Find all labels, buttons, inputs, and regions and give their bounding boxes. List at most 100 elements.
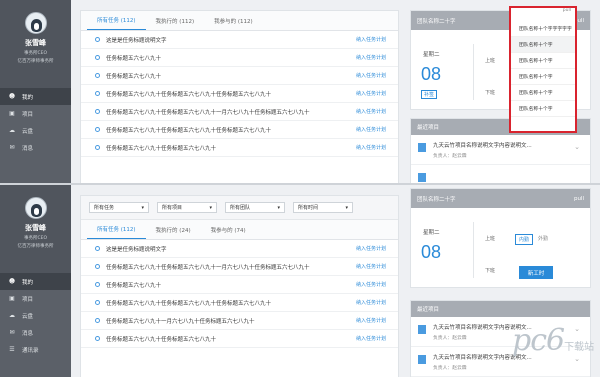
nav-item-projects[interactable]: ▣ 项目	[0, 105, 71, 122]
divider	[473, 222, 474, 278]
tab-my-executed[interactable]: 我执行的 (24)	[146, 226, 201, 239]
work-type-toggle[interactable]: 内勤 外勤	[515, 234, 551, 245]
add-to-plan-link[interactable]: 纳入任务计划	[356, 317, 386, 324]
add-to-plan-link[interactable]: 纳入任务计划	[356, 72, 386, 79]
schedule-header: 团队名称二十字 pull	[411, 189, 590, 208]
task-checkbox[interactable]	[95, 300, 100, 305]
team-menu-item[interactable]: 团队名称十个字	[511, 53, 575, 69]
new-worktime-button[interactable]: 新工时	[519, 266, 553, 279]
add-to-plan-link[interactable]: 纳入任务计划	[356, 108, 386, 115]
list-item[interactable]: 九天云竹项目名称说明文字内容说明文... 负责人：赵云霖 ⌄	[411, 135, 590, 165]
chevron-down-icon: ▾	[209, 204, 212, 211]
chevron-down-icon: ▾	[345, 204, 348, 211]
user-team: 亿百万律师事务所	[17, 244, 54, 249]
clock-in-label: 上班	[485, 58, 496, 64]
filter-team-select[interactable]: 所有团队 ▾	[225, 202, 285, 213]
add-to-plan-link[interactable]: 纳入任务计划	[356, 335, 386, 342]
table-row[interactable]: 任务标题五六七八九十任务标题五六七八九十任务标题五六七八九十 纳入任务计划	[81, 85, 398, 103]
clock-in-label: 上班	[485, 236, 496, 242]
team-menu-item[interactable]: 团队名称十个字	[511, 85, 575, 101]
task-checkbox[interactable]	[95, 336, 100, 341]
tab-all-tasks[interactable]: 所有任务 (112)	[87, 16, 146, 30]
task-checkbox[interactable]	[95, 109, 100, 114]
recent-projects-header: 最近项目	[411, 301, 590, 317]
table-row[interactable]: 任务标题五六七八九十任务标题五六七八九十任务标题五六七八九十 纳入任务计划	[81, 294, 398, 312]
add-to-plan-link[interactable]: 纳入任务计划	[356, 299, 386, 306]
weekday: 星期二	[423, 52, 440, 58]
nav-item-projects[interactable]: ▣ 项目	[0, 290, 71, 307]
add-to-plan-link[interactable]: 纳入任务计划	[356, 281, 386, 288]
add-to-plan-link[interactable]: 纳入任务计划	[356, 245, 386, 252]
document-icon	[418, 355, 426, 364]
table-row[interactable]: 任务标题五六七八九十任务标题五六七八九十 纳入任务计划	[81, 139, 398, 157]
nav-item-messages[interactable]: ✉ 消息	[0, 324, 71, 341]
nav-item-cloud[interactable]: ☁ 云盘	[0, 122, 71, 139]
filter-task-select[interactable]: 所有任务 ▾	[89, 202, 149, 213]
add-to-plan-link[interactable]: 纳入任务计划	[356, 90, 386, 97]
screenshot-top: 张雪峰 事务所CEO 亿百万律师事务所 ☻ 我的 ▣ 项目 ☁ 云盘 ✉ 消息 所有任务…	[0, 0, 600, 183]
task-checkbox[interactable]	[95, 318, 100, 323]
add-to-plan-link[interactable]: 纳入任务计划	[356, 144, 386, 151]
task-checkbox[interactable]	[95, 37, 100, 42]
add-to-plan-link[interactable]: 纳入任务计划	[356, 36, 386, 43]
sidebar: 张雪峰 事务所CEO 亿百万律师事务所 ☻ 我的 ▣ 项目 ☁ 云盘 ✉ 消息	[0, 0, 71, 183]
table-row[interactable]: 任务标题五六七八九十 纳入任务计划	[81, 49, 398, 67]
user-role: 事务所CEO	[23, 236, 48, 241]
table-row[interactable]: 任务标题五六七八九十任务标题五六七八九十一月六七八九十任务标题五六七八九十 纳入任…	[81, 103, 398, 121]
table-row[interactable]: 任务标题五六七八九十 纳入任务计划	[81, 67, 398, 85]
table-row[interactable]: 这是是任务标题说明文字 纳入任务计划	[81, 240, 398, 258]
task-checkbox[interactable]	[95, 55, 100, 60]
profile: 张雪峰 事务所CEO 亿百万律师事务所	[0, 0, 71, 88]
chevron-down-icon: ▾	[141, 204, 144, 211]
day-number: 08	[421, 64, 442, 84]
checkin-button[interactable]: 补签	[421, 90, 438, 99]
task-checkbox[interactable]	[95, 145, 100, 150]
table-row[interactable]: 任务标题五六七八九十一月六七八九十任务标题五六七八九十 纳入任务计划	[81, 312, 398, 330]
task-checkbox[interactable]	[95, 127, 100, 132]
task-checkbox[interactable]	[95, 282, 100, 287]
nav-item-mine[interactable]: ☻ 我的	[0, 273, 71, 290]
cloud-icon: ☁	[9, 312, 15, 319]
folder-icon: ▣	[9, 295, 15, 302]
tab-my-executed[interactable]: 我执行的 (112)	[146, 17, 205, 30]
list-item[interactable]	[411, 165, 590, 183]
task-checkbox[interactable]	[95, 91, 100, 96]
add-to-plan-link[interactable]: 纳入任务计划	[356, 126, 386, 133]
task-panel: 所有任务 (112) 我执行的 (112) 我参与的 (112) 这是是任务标题…	[80, 10, 399, 183]
tab-all-tasks[interactable]: 所有任务 (112)	[87, 225, 146, 239]
team-menu-item[interactable]: 团队名称十个字	[511, 37, 575, 53]
tab-my-participated[interactable]: 我参与的 (74)	[201, 226, 256, 239]
task-checkbox[interactable]	[95, 73, 100, 78]
filter-project-select[interactable]: 所有项目 ▾	[157, 202, 217, 213]
task-checkbox[interactable]	[95, 246, 100, 251]
filter-time-select[interactable]: 所有时间 ▾	[293, 202, 353, 213]
nav-item-mine[interactable]: ☻ 我的	[0, 88, 71, 105]
sidebar: 张雪峰 事务所CEO 亿百万律师事务所 ☻ 我的 ▣ 项目 ☁ 云盘 ✉ 消息 ☰ 通讯录	[0, 185, 71, 377]
team-menu-item[interactable]: 团队名称十个字	[511, 101, 575, 117]
add-to-plan-link[interactable]: 纳入任务计划	[356, 263, 386, 270]
table-row[interactable]: 任务标题五六七八九十任务标题五六七八九十一月六七八九十任务标题五六七八九十 纳入任…	[81, 258, 398, 276]
user-icon: ☻	[8, 93, 16, 100]
tab-my-participated[interactable]: 我参与的 (112)	[204, 17, 263, 30]
nav-item-contacts[interactable]: ☰ 通讯录	[0, 341, 71, 358]
add-to-plan-link[interactable]: 纳入任务计划	[356, 54, 386, 61]
nav-item-cloud[interactable]: ☁ 云盘	[0, 307, 71, 324]
task-checkbox[interactable]	[95, 264, 100, 269]
document-icon	[418, 173, 426, 182]
table-row[interactable]: 任务标题五六七八九十 纳入任务计划	[81, 276, 398, 294]
clock-out-label: 下班	[485, 268, 496, 274]
table-row[interactable]: 这是是任务标题说明文字 纳入任务计划	[81, 31, 398, 49]
chat-icon: ✉	[9, 329, 15, 336]
table-row[interactable]: 任务标题五六七八九十任务标题五六七八九十任务标题五六七八九十 纳入任务计划	[81, 121, 398, 139]
team-menu-item[interactable]: 团队名称十个字	[511, 69, 575, 85]
chevron-down-icon[interactable]: ⌄	[574, 143, 580, 151]
document-icon	[418, 143, 426, 152]
team-menu-item[interactable]: 团队名称十个字字字字字	[511, 21, 575, 37]
avatar[interactable]	[24, 197, 47, 219]
nav-item-messages[interactable]: ✉ 消息	[0, 139, 71, 156]
table-row[interactable]: 任务标题五六七八九十任务标题五六七八九十 纳入任务计划	[81, 330, 398, 348]
divider	[473, 44, 474, 100]
avatar[interactable]	[24, 12, 47, 34]
folder-icon: ▣	[9, 110, 15, 117]
task-tabs: 所有任务 (112) 我执行的 (112) 我参与的 (112)	[81, 11, 398, 31]
